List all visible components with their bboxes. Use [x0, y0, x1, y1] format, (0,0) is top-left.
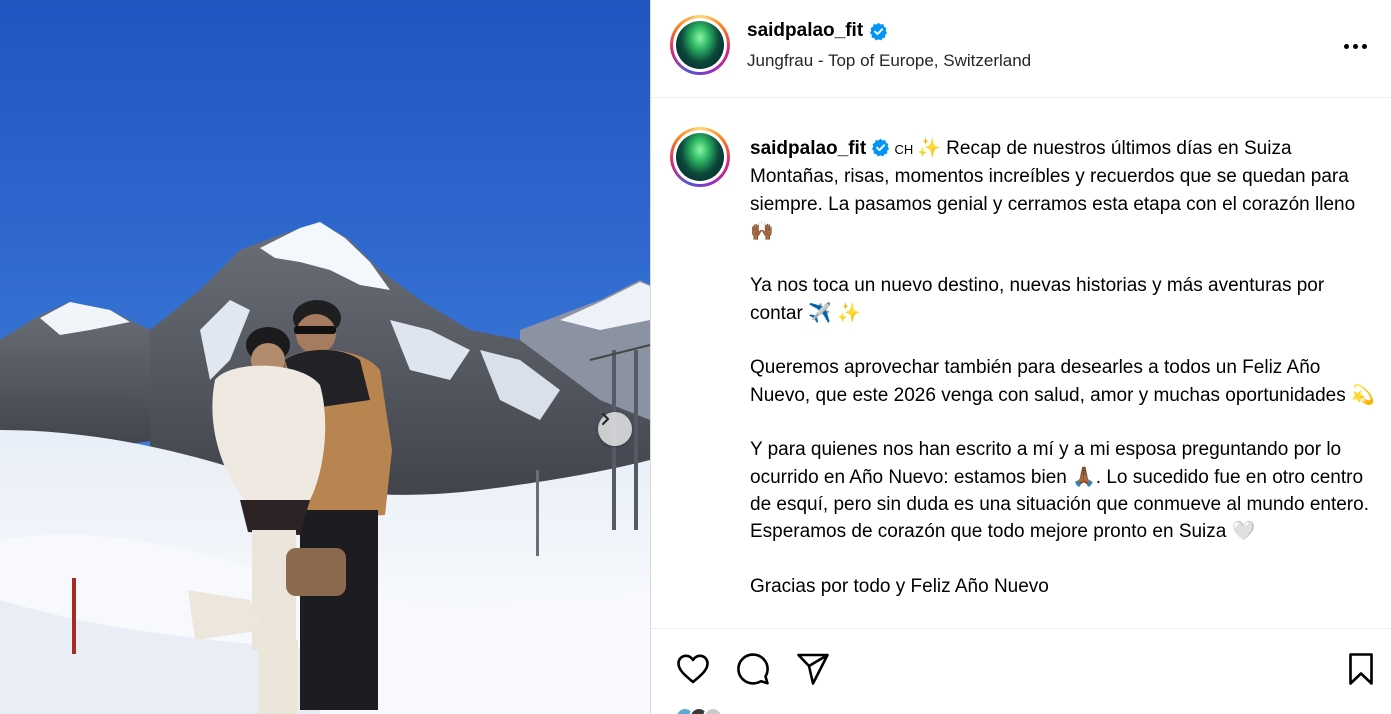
comments-area[interactable]: saidpalao_fit CH ✨ Recap de nuestros últi…	[651, 99, 1391, 628]
aurora-avatar-image	[676, 21, 724, 69]
comment-bubble-icon	[737, 653, 769, 685]
share-button[interactable]	[795, 651, 831, 687]
paper-plane-icon	[797, 653, 829, 685]
author-username-row: saidpalao_fit	[747, 20, 888, 42]
caption-paragraph-3: Queremos aprovechar también para desearl…	[750, 357, 1375, 406]
caption-paragraph-5: Gracias por todo y Feliz Año Nuevo	[750, 575, 1049, 597]
caption-first-paragraph: saidpalao_fit CH ✨ Recap de nuestros últi…	[750, 135, 1380, 245]
caption-paragraph-4: Y para quienes nos han escrito a mí y a …	[750, 439, 1375, 543]
liked-by-avatars[interactable]	[675, 707, 723, 714]
comment-button[interactable]	[735, 651, 771, 687]
verified-badge-icon	[870, 22, 888, 40]
caption-paragraph-2: Ya nos toca un nuevo destino, nuevas his…	[750, 275, 1330, 324]
next-image-button[interactable]	[598, 412, 632, 446]
avatar	[703, 707, 723, 714]
action-bar	[651, 628, 1391, 714]
caption-username[interactable]: saidpalao_fit	[750, 138, 866, 159]
post-dialog: saidpalao_fit Jungfrau - Top of Europe, …	[0, 0, 1391, 714]
country-code: CH	[894, 142, 914, 157]
heart-icon	[677, 654, 709, 684]
author-username[interactable]: saidpalao_fit	[747, 20, 863, 42]
chevron-right-icon	[601, 412, 610, 426]
caption-author-avatar[interactable]	[670, 127, 730, 187]
post-location[interactable]: Jungfrau - Top of Europe, Switzerland	[747, 51, 1031, 71]
save-button[interactable]	[1343, 651, 1379, 687]
post-header: saidpalao_fit Jungfrau - Top of Europe, …	[651, 0, 1391, 98]
more-options-icon	[1343, 43, 1349, 49]
mountain-photo	[0, 0, 650, 714]
like-button[interactable]	[675, 651, 711, 687]
author-avatar[interactable]	[670, 15, 730, 75]
more-options-button[interactable]	[1339, 36, 1371, 56]
verified-badge-icon	[872, 138, 890, 157]
bookmark-icon	[1349, 653, 1373, 685]
post-side-panel: saidpalao_fit Jungfrau - Top of Europe, …	[650, 0, 1391, 714]
post-photo[interactable]	[0, 0, 650, 714]
post-caption: saidpalao_fit CH ✨ Recap de nuestros últi…	[750, 135, 1380, 627]
